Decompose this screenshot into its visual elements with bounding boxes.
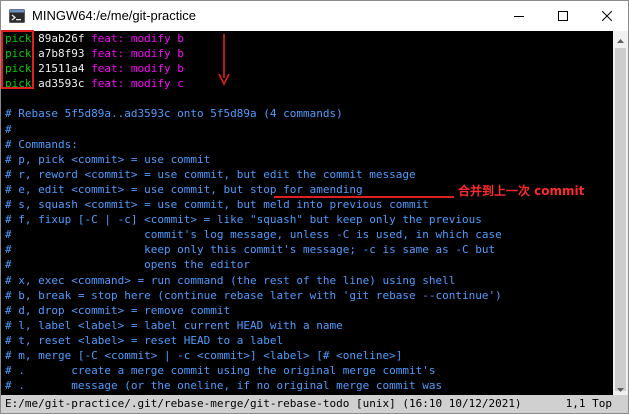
comment-line: # p, pick <commit> = use commit bbox=[5, 152, 211, 166]
comment-line: # m, merge [-C <commit> | -c <commit>] <… bbox=[5, 348, 403, 362]
terminal-window: MINGW64:/e/me/git-practice pick 89ab26f … bbox=[0, 0, 629, 414]
commit-hash: a7b8f93 bbox=[38, 47, 85, 61]
squash-annotation: 合并到上一次 commit bbox=[458, 184, 585, 198]
title-bar[interactable]: MINGW64:/e/me/git-practice bbox=[1, 1, 628, 31]
vim-status-line: E:/me/git-practice/.git/rebase-merge/git… bbox=[1, 395, 628, 413]
commit-message: feat: modify c bbox=[91, 77, 184, 91]
comment-line: # r, reword <commit> = use commit, but e… bbox=[5, 167, 416, 181]
comment-line: # Commands: bbox=[5, 137, 78, 151]
comment-line: # commit's log message, unless -C is use… bbox=[5, 228, 502, 242]
comment-line: # bbox=[5, 122, 12, 136]
comment-line: # x, exec <command> = run command (the r… bbox=[5, 273, 456, 287]
commit-message: feat: modify b bbox=[91, 62, 184, 76]
commit-message: feat: modify b bbox=[91, 32, 184, 45]
comment-line: # l, label <label> = label current HEAD … bbox=[5, 318, 343, 332]
vertical-scrollbar[interactable] bbox=[613, 31, 628, 395]
comment-line: # Rebase 5f5d89a..ad3593c onto 5f5d89a (… bbox=[5, 107, 343, 121]
scroll-up-button[interactable] bbox=[613, 31, 628, 46]
comment-line: # s, squash <commit> = use commit, but m… bbox=[5, 198, 429, 212]
comment-line: # e, edit <commit> = use commit, but sto… bbox=[5, 182, 363, 196]
status-file-info: E:/me/git-practice/.git/rebase-merge/git… bbox=[5, 397, 522, 410]
pick-line[interactable]: pick 89ab26f feat: modify b bbox=[5, 31, 502, 46]
close-icon bbox=[602, 11, 612, 21]
scroll-down-arrow-icon bbox=[617, 379, 624, 397]
maximize-icon bbox=[558, 11, 568, 21]
terminal-content[interactable]: pick 89ab26f feat: modify b pick a7b8f93 … bbox=[1, 31, 613, 395]
pick-command: pick bbox=[5, 32, 32, 45]
comment-line: # keep only this commit's message; -c is… bbox=[5, 243, 496, 257]
comment-line: # . create a merge commit using the orig… bbox=[5, 364, 436, 378]
maximize-button[interactable] bbox=[541, 1, 585, 31]
minimize-button[interactable] bbox=[497, 1, 541, 31]
close-button[interactable] bbox=[585, 1, 629, 31]
pick-line[interactable]: pick 21511a4 feat: modify b bbox=[5, 61, 502, 76]
comment-line: # . message (or the oneline, if no origi… bbox=[5, 379, 443, 393]
comment-line: # f, fixup [-C | -c] <commit> = like "sq… bbox=[5, 213, 482, 227]
down-arrow-icon bbox=[216, 34, 232, 86]
pick-command: pick bbox=[5, 77, 32, 91]
scrollbar-thumb[interactable] bbox=[615, 48, 626, 391]
comment-line: # b, break = stop here (continue rebase … bbox=[5, 288, 502, 302]
scroll-down-button[interactable] bbox=[613, 380, 628, 395]
commit-hash: 21511a4 bbox=[38, 62, 85, 76]
commit-message: feat: modify b bbox=[91, 47, 184, 61]
mingw-terminal-icon bbox=[9, 8, 25, 24]
pick-line[interactable]: pick ad3593c feat: modify c bbox=[5, 76, 502, 91]
editor-buffer[interactable]: pick 89ab26f feat: modify b pick a7b8f93 … bbox=[5, 31, 502, 395]
minimize-icon bbox=[514, 11, 524, 21]
scroll-up-arrow-icon bbox=[617, 30, 624, 48]
comment-line: # t, reset <label> = reset HEAD to a lab… bbox=[5, 333, 284, 347]
window-title: MINGW64:/e/me/git-practice bbox=[32, 8, 196, 23]
comment-line: # opens the editor bbox=[5, 258, 251, 272]
commit-hash: ad3593c bbox=[38, 77, 85, 91]
pick-command: pick bbox=[5, 62, 32, 76]
commit-hash: 89ab26f bbox=[38, 32, 85, 45]
pick-line[interactable]: pick a7b8f93 feat: modify b bbox=[5, 46, 502, 61]
status-cursor-position: 1,1 Top bbox=[565, 397, 612, 410]
pick-command: pick bbox=[5, 47, 32, 61]
squash-underline bbox=[274, 196, 454, 198]
comment-line: # d, drop <commit> = remove commit bbox=[5, 303, 231, 317]
